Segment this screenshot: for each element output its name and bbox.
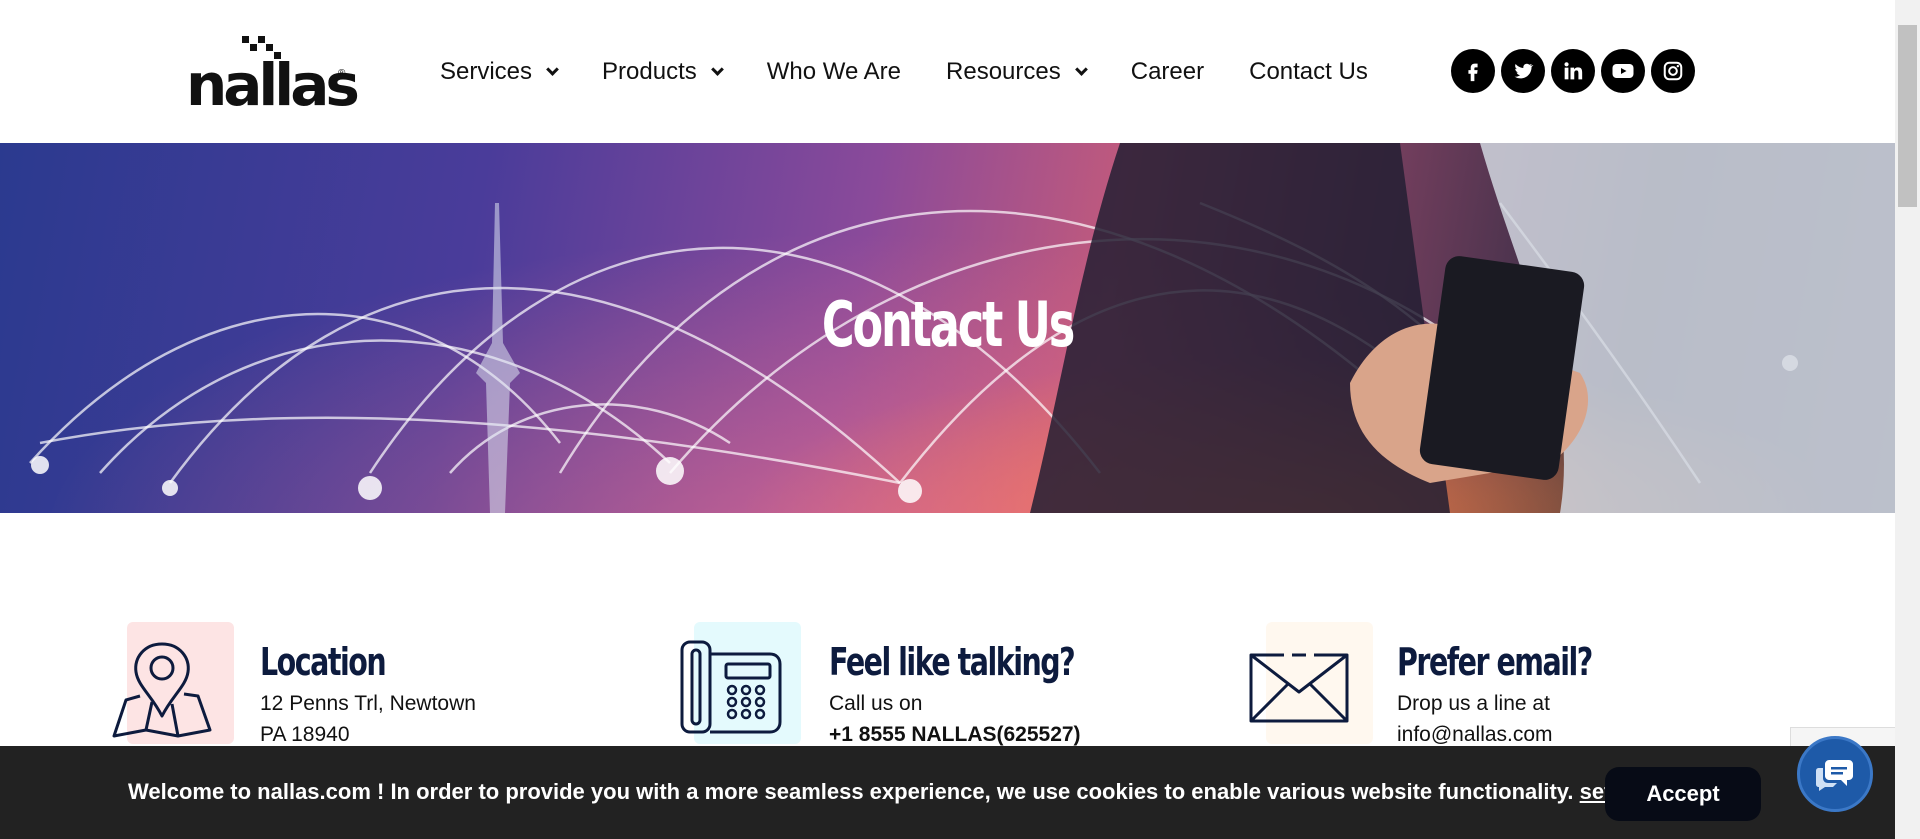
nav-label: Contact Us	[1249, 58, 1368, 85]
telephone-icon	[680, 640, 782, 734]
nav-career[interactable]: Career	[1131, 58, 1204, 86]
page-title: Contact Us	[821, 288, 1075, 361]
site-header: nallas ® Services Products Who We Are Re…	[0, 0, 1895, 143]
chevron-down-icon	[1074, 62, 1088, 76]
social-links	[1451, 49, 1701, 93]
phone-intro: Call us on	[829, 692, 923, 715]
card-title: Prefer email?	[1397, 640, 1593, 684]
logo-wordmark: nallas	[186, 51, 360, 119]
chevron-down-icon	[710, 62, 724, 76]
nav-who-we-are[interactable]: Who We Are	[767, 58, 901, 86]
facebook-icon[interactable]	[1451, 49, 1495, 93]
chat-bubble-icon	[1816, 760, 1853, 791]
map-pin-icon	[112, 642, 212, 738]
accept-cookies-button[interactable]: Accept	[1605, 767, 1761, 821]
nav-label: Services	[440, 58, 533, 85]
registered-mark: ®	[338, 68, 346, 79]
nav-label: Career	[1130, 58, 1205, 85]
address-line-2: PA 18940	[260, 723, 350, 746]
nav-resources[interactable]: Resources	[946, 58, 1088, 86]
email-address[interactable]: info@nallas.com	[1397, 723, 1553, 747]
scrollbar-thumb[interactable]	[1898, 25, 1917, 207]
nav-services[interactable]: Services	[440, 58, 559, 86]
twitter-icon[interactable]	[1501, 49, 1545, 93]
card-title: Location	[260, 640, 387, 684]
chevron-down-icon	[546, 62, 559, 76]
linkedin-icon[interactable]	[1551, 49, 1595, 93]
address-line-1: 12 Penns Trl, Newtown	[260, 692, 476, 715]
page: nallas ® Services Products Who We Are Re…	[0, 0, 1920, 839]
email-intro: Drop us a line at	[1397, 692, 1550, 715]
youtube-icon[interactable]	[1601, 49, 1645, 93]
instagram-icon[interactable]	[1651, 49, 1695, 93]
card-title: Feel like talking?	[829, 640, 1076, 684]
nav-contact-us[interactable]: Contact Us	[1249, 58, 1368, 86]
nav-label: Products	[602, 58, 697, 85]
nav-products[interactable]: Products	[602, 58, 724, 86]
cookie-message: Welcome to nallas.com ! In order to prov…	[128, 779, 1670, 805]
main-nav: Services Products Who We Are Resources C…	[440, 56, 1413, 88]
chat-widget-button[interactable]	[1797, 736, 1873, 812]
cookie-text: Welcome to nallas.com ! In order to prov…	[128, 779, 1580, 804]
hero-banner: Contact Us	[0, 143, 1895, 513]
nav-label: Who We Are	[766, 58, 902, 85]
nallas-logo[interactable]: nallas ®	[186, 34, 360, 114]
cookie-banner: Welcome to nallas.com ! In order to prov…	[0, 746, 1895, 839]
envelope-icon	[1249, 653, 1349, 723]
phone-number[interactable]: +1 8555 NALLAS(625527)	[829, 723, 1081, 747]
nav-label: Resources	[946, 58, 1061, 85]
